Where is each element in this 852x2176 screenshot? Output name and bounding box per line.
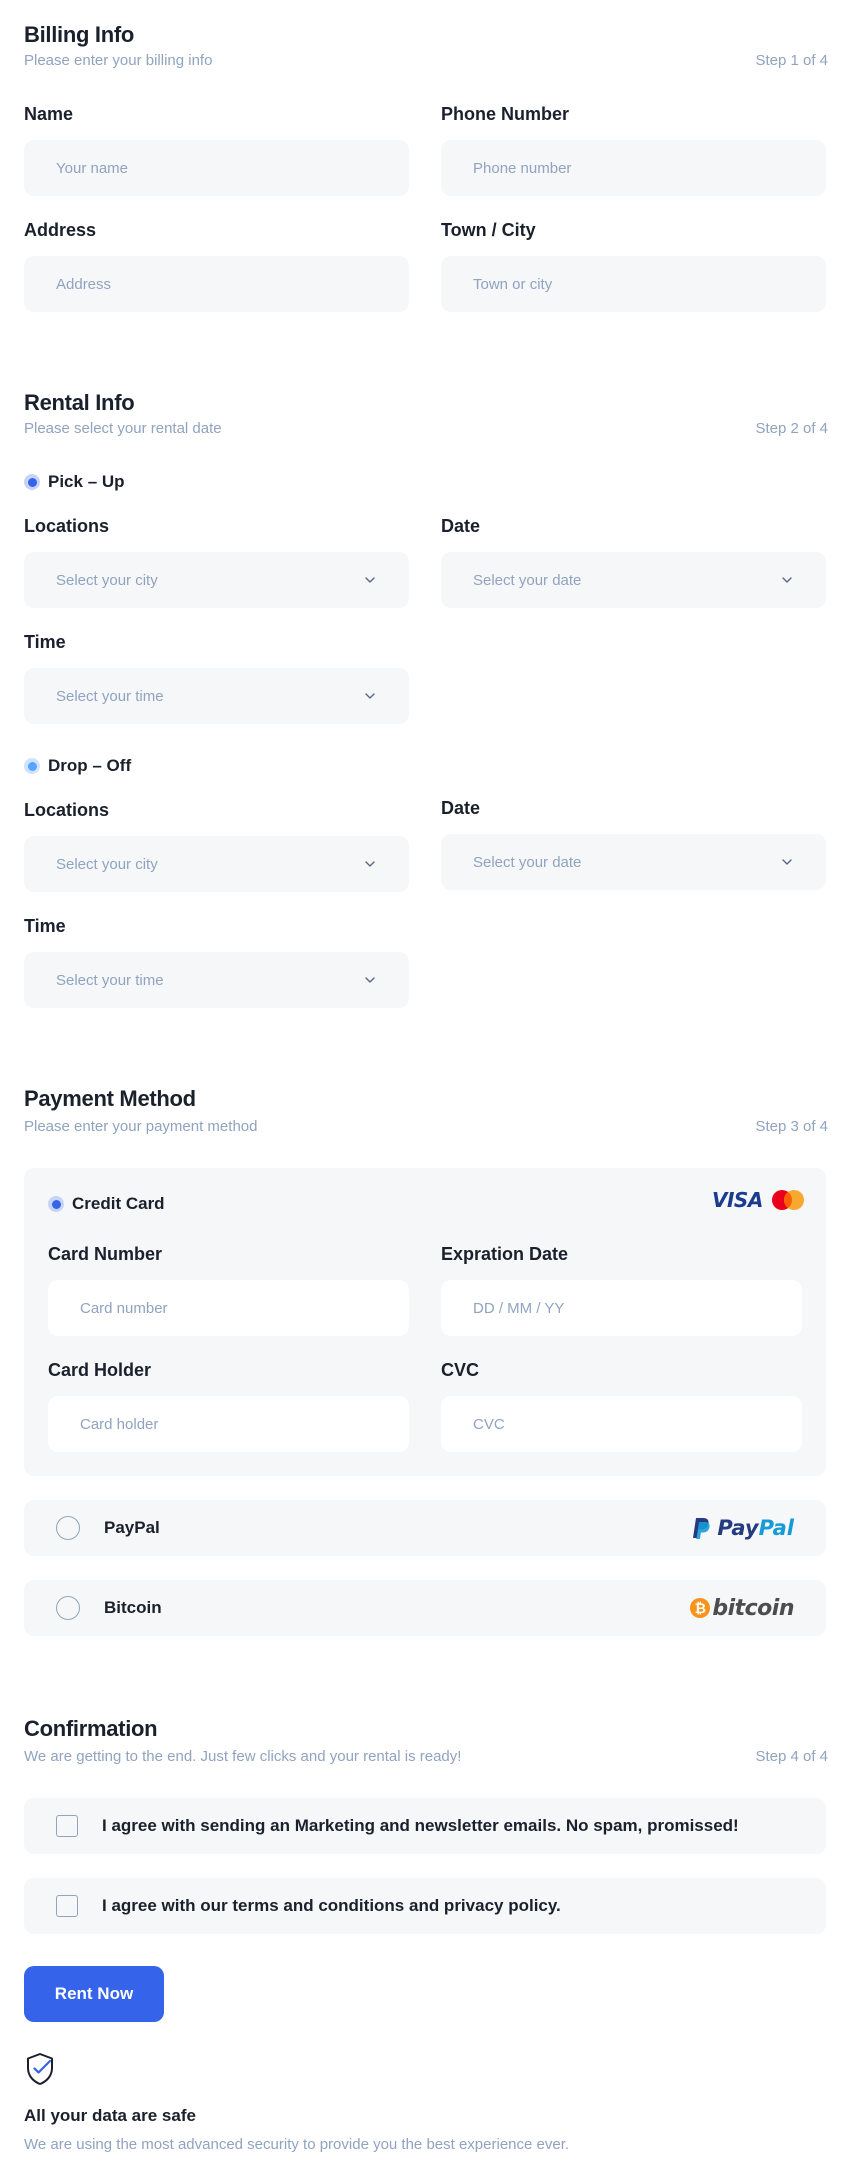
checkbox-icon[interactable] (56, 1815, 78, 1837)
radio-selected-icon (48, 1196, 64, 1212)
dropoff-date-placeholder: Select your date (473, 853, 582, 871)
pickup-date-select[interactable]: Select your date (441, 552, 826, 608)
chevron-down-icon (365, 861, 375, 867)
chevron-down-icon (365, 693, 375, 699)
terms-consent-text: I agree with our terms and conditions an… (102, 1896, 561, 1915)
dropoff-city-placeholder: Select your city (56, 855, 158, 873)
pickup-date-label: Date (441, 516, 481, 536)
name-label: Name (24, 104, 74, 124)
dropoff-time-label: Time (24, 916, 66, 936)
chevron-down-icon (782, 577, 792, 583)
dropoff-date-label: Date (441, 798, 481, 818)
card-holder-placeholder: Card holder (80, 1415, 159, 1433)
radio-selected-icon (24, 474, 40, 490)
dropoff-time-placeholder: Select your time (56, 971, 164, 989)
cvc-label: CVC (441, 1360, 480, 1380)
pickup-radio[interactable]: Pick – Up (24, 472, 125, 492)
confirmation-subtitle: We are getting to the end. Just few clic… (24, 1748, 462, 1765)
pickup-label: Pick – Up (48, 472, 125, 491)
rental-subtitle: Please select your rental date (24, 420, 222, 437)
dropoff-time-select[interactable]: Select your time (24, 952, 409, 1008)
billing-subtitle: Please enter your billing info (24, 52, 213, 69)
billing-title: Billing Info (24, 22, 135, 47)
rental-title: Rental Info (24, 390, 135, 415)
payment-subtitle: Please enter your payment method (24, 1118, 258, 1135)
city-label: Town / City (441, 220, 536, 240)
radio-unselected-icon (56, 1516, 80, 1540)
rent-now-button[interactable]: Rent Now (24, 1966, 164, 2022)
phone-placeholder: Phone number (473, 159, 572, 177)
address-placeholder: Address (56, 275, 112, 293)
safe-title: All your data are safe (24, 2106, 196, 2125)
dropoff-locations-label: Locations (24, 800, 110, 820)
address-label: Address (24, 220, 97, 240)
paypal-label: PayPal (104, 1518, 160, 1537)
pickup-city-placeholder: Select your city (56, 571, 158, 589)
city-input[interactable]: Town or city (441, 256, 826, 312)
bitcoin-icon: ₿ (690, 1598, 711, 1618)
payment-step: Step 3 of 4 (755, 1118, 828, 1135)
card-number-label: Card Number (48, 1244, 163, 1264)
pickup-city-select[interactable]: Select your city (24, 552, 409, 608)
credit-card-label: Credit Card (72, 1194, 165, 1213)
pickup-time-placeholder: Select your time (56, 687, 164, 705)
dropoff-label: Drop – Off (48, 756, 132, 775)
payment-title: Payment Method (24, 1086, 196, 1111)
terms-consent[interactable]: I agree with our terms and conditions an… (24, 1878, 826, 1934)
dropoff-date-select[interactable]: Select your date (441, 834, 826, 890)
visa-icon: VISA (712, 1188, 763, 1212)
shield-check-icon (27, 2053, 53, 2085)
cvc-placeholder: CVC (473, 1415, 505, 1433)
mastercard-icon (771, 1190, 804, 1210)
paypal-logo-text-b: Pal (758, 1516, 794, 1540)
pickup-time-select[interactable]: Select your time (24, 668, 409, 724)
chevron-down-icon (365, 977, 375, 983)
name-input[interactable]: Your name (24, 140, 409, 196)
paypal-logo-text-a: Pay (717, 1516, 759, 1540)
cvc-input[interactable]: CVC (441, 1396, 802, 1452)
paypal-icon (693, 1518, 710, 1539)
phone-label: Phone Number (441, 104, 570, 124)
bitcoin-logo: ₿ bitcoin (690, 1596, 794, 1621)
chevron-down-icon (782, 859, 792, 865)
chevron-down-icon (365, 577, 375, 583)
name-placeholder: Your name (56, 159, 128, 177)
expiration-label: Expration Date (441, 1244, 569, 1264)
pickup-locations-label: Locations (24, 516, 110, 536)
checkbox-icon[interactable] (56, 1895, 78, 1917)
bitcoin-logo-text: bitcoin (712, 1595, 794, 1621)
bitcoin-option[interactable]: Bitcoin ₿ bitcoin (24, 1580, 826, 1636)
expiration-input[interactable]: DD / MM / YY (441, 1280, 802, 1336)
bitcoin-label: Bitcoin (104, 1598, 162, 1617)
paypal-logo: PayPal (691, 1516, 794, 1540)
card-number-placeholder: Card number (80, 1299, 168, 1317)
card-logos: VISA (712, 1188, 805, 1212)
address-input[interactable]: Address (24, 256, 409, 312)
dropoff-city-select[interactable]: Select your city (24, 836, 409, 892)
card-number-input[interactable]: Card number (48, 1280, 409, 1336)
rental-step: Step 2 of 4 (755, 420, 828, 437)
pickup-date-placeholder: Select your date (473, 571, 582, 589)
paypal-option[interactable]: PayPal PayPal (24, 1500, 826, 1556)
phone-input[interactable]: Phone number (441, 140, 826, 196)
confirmation-step: Step 4 of 4 (755, 1748, 828, 1765)
city-placeholder: Town or city (473, 275, 553, 293)
pickup-time-label: Time (24, 632, 66, 652)
card-holder-label: Card Holder (48, 1360, 152, 1380)
billing-step: Step 1 of 4 (755, 52, 828, 69)
card-holder-input[interactable]: Card holder (48, 1396, 409, 1452)
confirmation-title: Confirmation (24, 1716, 158, 1741)
safe-text: We are using the most advanced security … (24, 2136, 570, 2153)
marketing-consent-text: I agree with sending an Marketing and ne… (102, 1816, 739, 1835)
credit-card-radio[interactable]: Credit Card (48, 1194, 165, 1214)
radio-unselected-icon (56, 1596, 80, 1620)
radio-selected-icon (24, 758, 40, 774)
expiration-placeholder: DD / MM / YY (473, 1299, 565, 1317)
dropoff-radio[interactable]: Drop – Off (24, 756, 131, 776)
marketing-consent[interactable]: I agree with sending an Marketing and ne… (24, 1798, 826, 1854)
